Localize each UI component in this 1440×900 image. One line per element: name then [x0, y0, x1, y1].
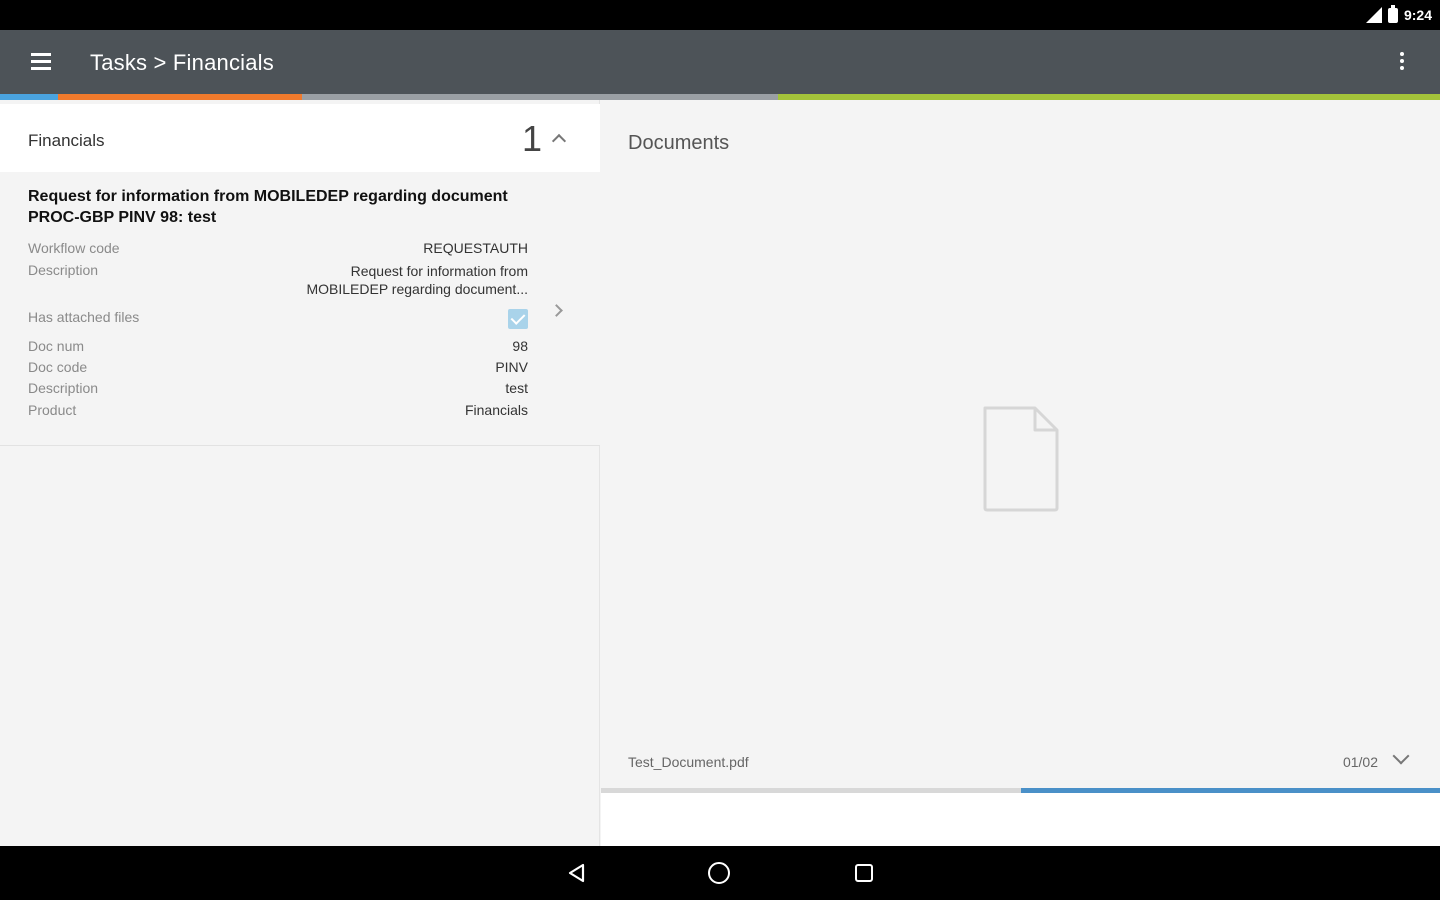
document-file-name[interactable]: Test_Document.pdf [628, 754, 749, 770]
back-triangle-icon[interactable] [566, 862, 588, 884]
task-title: Request for information from MOBILEDEP r… [28, 188, 508, 226]
chevron-down-icon[interactable] [1392, 747, 1410, 765]
app-title-breadcrumb: Tasks > Financials [90, 50, 274, 75]
field-has-attached-files: Has attached files [28, 309, 528, 329]
field-label: Description [28, 262, 99, 278]
field-label: Doc code [28, 359, 88, 375]
document-footer [601, 793, 1440, 846]
field-value: Financials [464, 402, 528, 418]
field-value: PINV [495, 359, 528, 375]
field-description: Description Request for information from… [28, 262, 528, 297]
field-value: REQUESTAUTH [423, 240, 528, 256]
battery-icon [1387, 4, 1398, 23]
section-title: Financials [28, 131, 105, 150]
recent-apps-square-icon[interactable] [855, 864, 873, 882]
status-bar: 9:24 [0, 0, 1440, 30]
field-value: 98 [512, 338, 528, 354]
field-doc-num: Doc num 98 [28, 338, 528, 354]
task-card[interactable]: Request for information from MOBILEDEP r… [0, 172, 600, 446]
field-product: Product Financials [28, 402, 528, 418]
field-label: Description [28, 380, 99, 396]
home-circle-icon[interactable] [708, 862, 730, 884]
chevron-right-icon[interactable] [550, 304, 563, 317]
signal-icon [1365, 7, 1382, 23]
field-value: Request for information from MOBILEDEP r… [306, 263, 528, 297]
more-vert-icon[interactable] [1398, 52, 1406, 74]
section-header[interactable]: Financials 1 [0, 104, 600, 172]
field-label: Has attached files [28, 309, 140, 325]
attached-files-checkbox [508, 309, 528, 329]
status-time: 9:24 [1403, 7, 1432, 23]
status-icons: 9:24 [1365, 4, 1432, 25]
section-count: 1 [521, 118, 542, 159]
field-workflow-code: Workflow code REQUESTAUTH [28, 240, 528, 256]
field-doc-code: Doc code PINV [28, 359, 528, 375]
page-indicator: 01/02 [1342, 754, 1378, 770]
system-nav-bar [0, 846, 1440, 900]
field-label: Product [28, 402, 77, 418]
field-label: Workflow code [28, 240, 120, 256]
field-description-2: Description test [28, 380, 528, 396]
field-label: Doc num [28, 338, 85, 354]
field-value: test [505, 380, 528, 396]
hamburger-menu-icon[interactable] [28, 50, 54, 74]
task-list-panel: Financials 1 Request for information fro… [0, 100, 600, 846]
app-bar: Tasks > Financials [0, 30, 1440, 94]
document-icon [983, 406, 1059, 512]
documents-panel: Documents Test_Document.pdf 01/02 [601, 100, 1440, 846]
documents-title: Documents [628, 132, 730, 154]
chevron-up-icon[interactable] [551, 133, 567, 149]
